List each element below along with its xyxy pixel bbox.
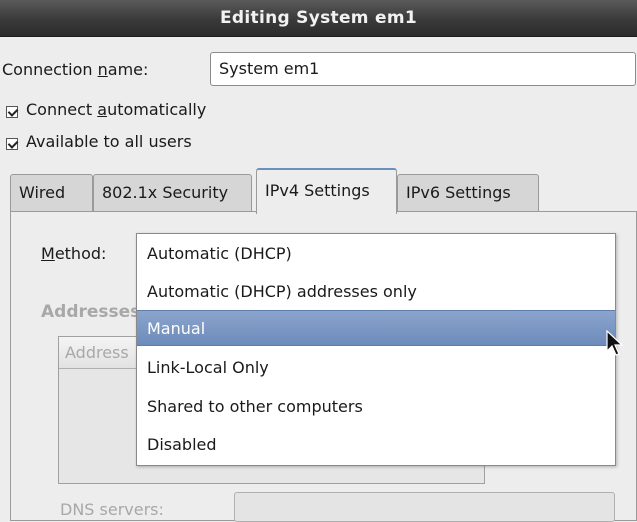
method-label: Method: <box>41 244 107 263</box>
method-option-automatic-dhcp-addresses-only[interactable]: Automatic (DHCP) addresses only <box>137 274 615 310</box>
method-dropdown-list: Automatic (DHCP) Automatic (DHCP) addres… <box>136 233 616 466</box>
method-option-link-local-only[interactable]: Link-Local Only <box>137 350 615 386</box>
tab-802-1x-security[interactable]: 802.1x Security <box>93 174 252 212</box>
method-option-disabled[interactable]: Disabled <box>137 427 615 463</box>
method-option-shared-to-other-computers[interactable]: Shared to other computers <box>137 389 615 425</box>
addresses-heading: Addresses <box>41 302 141 322</box>
tab-ipv6-settings[interactable]: IPv6 Settings <box>397 174 539 212</box>
method-option-automatic-dhcp[interactable]: Automatic (DHCP) <box>137 236 615 272</box>
available-to-all-users-label[interactable]: Available to all users <box>26 132 192 151</box>
dns-servers-input[interactable] <box>234 492 615 522</box>
dns-servers-label: DNS servers: <box>60 500 164 519</box>
method-option-manual[interactable]: Manual <box>137 310 615 346</box>
tab-wired[interactable]: Wired <box>10 174 93 212</box>
tab-ipv4-settings[interactable]: IPv4 Settings <box>256 168 397 214</box>
connect-automatically-label[interactable]: Connect automatically <box>26 100 206 119</box>
available-to-all-users-checkbox[interactable] <box>6 138 18 150</box>
mouse-cursor-icon <box>606 330 624 356</box>
connection-name-input[interactable]: System em1 <box>210 52 636 86</box>
connect-automatically-checkbox[interactable] <box>6 106 18 118</box>
connection-name-label: Connection name: <box>2 60 149 79</box>
window-title: Editing System em1 <box>0 0 637 37</box>
